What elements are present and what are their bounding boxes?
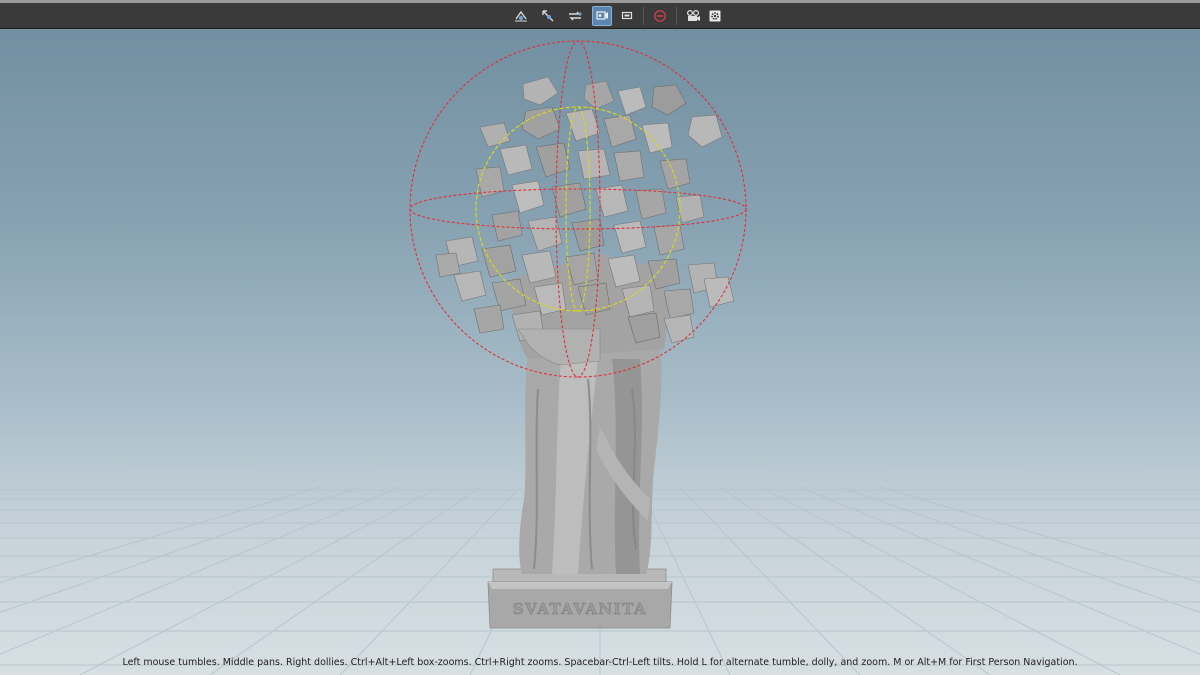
statue-model[interactable]: SVATAVANITA (435, 76, 735, 629)
no-entry-icon[interactable] (652, 6, 668, 26)
statue-inscription: SVATAVANITA (513, 600, 647, 618)
scene-canvas[interactable]: SVATAVANITA (0, 29, 1200, 675)
status-bar-hint: Left mouse tumbles. Middle pans. Right d… (122, 657, 1078, 668)
tumble-view-icon[interactable] (511, 6, 531, 26)
gear-settings-icon[interactable] (707, 6, 723, 26)
fractured-fragments (435, 76, 735, 344)
camera-reel-icon[interactable] (685, 6, 701, 26)
view-tools-group (511, 6, 729, 26)
toolbar-separator (643, 7, 644, 25)
camera-screen-icon[interactable] (619, 6, 635, 26)
3d-viewport[interactable]: SVATAVANITA Left mouse tumbles. Middle p… (0, 0, 1200, 675)
dolly-view-icon[interactable] (565, 6, 585, 26)
viewport-toolbar (0, 3, 1200, 29)
scene-view-icon[interactable] (592, 6, 612, 26)
toolbar-separator-2 (676, 7, 677, 25)
pan-view-icon[interactable] (538, 6, 558, 26)
